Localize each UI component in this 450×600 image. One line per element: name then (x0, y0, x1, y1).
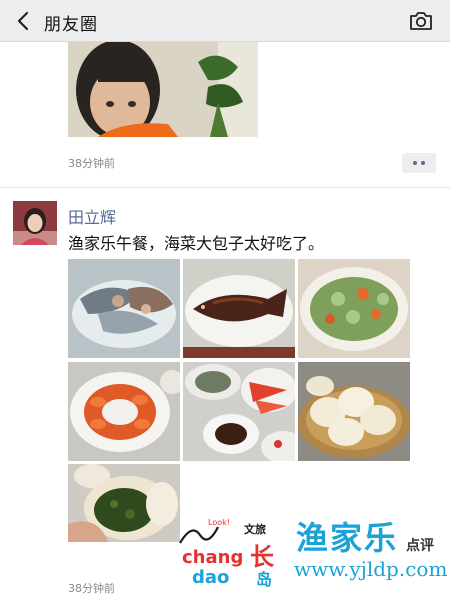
photo-side-dishes[interactable] (183, 362, 295, 461)
previous-post-more-button[interactable] (402, 153, 436, 173)
camera-button[interactable] (408, 9, 434, 33)
more-dots-icon (413, 161, 417, 165)
svg-text:长: 长 (250, 543, 275, 571)
photo-grid (68, 259, 410, 542)
watermark-url: www.yjldp.com (294, 557, 448, 581)
back-button[interactable] (10, 8, 36, 34)
photo-cucumber-salad[interactable] (298, 259, 410, 358)
author-name[interactable]: 田立辉 (68, 204, 116, 228)
previous-post-photo[interactable] (68, 42, 258, 137)
camera-icon (410, 12, 432, 30)
post-text: 渔家乐午餐，海菜大包子太好吃了。 (68, 234, 325, 253)
photo-seaweed-bun-closeup[interactable] (68, 464, 180, 542)
post-time: 38分钟前 (68, 582, 115, 595)
svg-text:chang: chang (182, 547, 243, 568)
photo-seafood-platter[interactable] (68, 259, 180, 358)
avatar[interactable] (13, 201, 57, 245)
photo-shrimp-plate[interactable] (68, 362, 180, 461)
top-nav-bar: 朋友圈 (0, 0, 450, 42)
previous-post-time: 38分钟前 (68, 157, 115, 170)
photo-steamed-buns-basket[interactable] (298, 362, 410, 461)
svg-text:岛: 岛 (256, 570, 272, 589)
svg-text:dao: dao (192, 567, 229, 588)
post-divider (0, 187, 450, 188)
watermark-brand-sub: 点评 (406, 538, 434, 554)
photo-braised-fish[interactable] (183, 259, 295, 358)
page-title: 朋友圈 (44, 15, 98, 35)
chevron-left-icon (17, 11, 29, 31)
